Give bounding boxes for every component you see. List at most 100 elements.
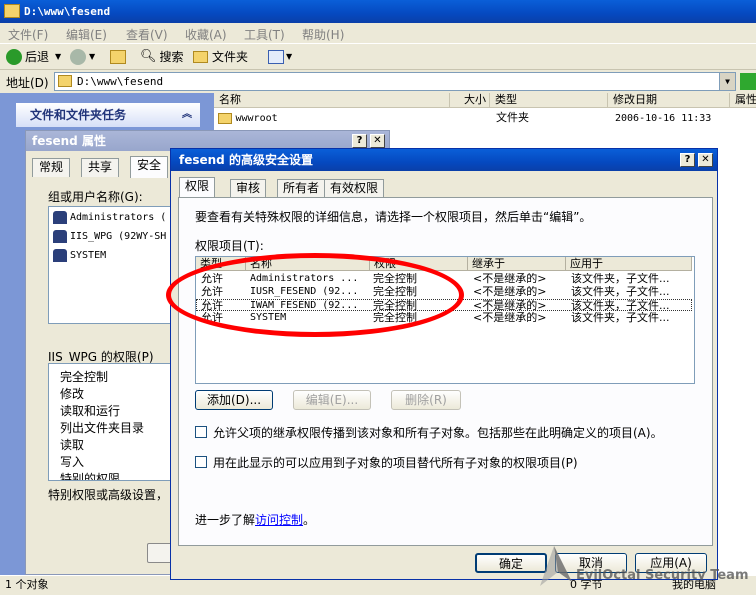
ok-button[interactable]: 确定 xyxy=(475,553,547,573)
column-modified[interactable]: 修改日期 xyxy=(608,93,730,108)
permission-item: 完全控制 xyxy=(60,370,109,384)
column-type[interactable]: 类型 xyxy=(490,93,608,108)
menu-favorites[interactable]: 收藏(A) xyxy=(185,26,227,43)
folders-button[interactable]: 文件夹 xyxy=(193,47,248,67)
header-name[interactable]: 名称 xyxy=(246,257,370,271)
chevron-down-icon: ▼ xyxy=(286,52,293,61)
advanced-title-bar: fesend 的高级安全设置 ? ✕ xyxy=(171,149,717,171)
intro-text: 要查看有关特殊权限的详细信息，请选择一个权限项目，然后单击“编辑”。 xyxy=(195,210,592,224)
access-control-link[interactable]: 访问控制 xyxy=(255,513,303,527)
header-inherited-from[interactable]: 继承于 xyxy=(468,257,566,271)
apply-button[interactable]: 应用(A) xyxy=(635,553,707,573)
folder-icon xyxy=(58,75,72,87)
tab-sharing[interactable]: 共享 xyxy=(81,158,120,177)
tab-permissions[interactable]: 权限 xyxy=(179,177,216,198)
row-apply: 该文件夹，子文件... xyxy=(571,286,670,298)
explorer-title: D:\www\fesend xyxy=(24,5,111,18)
row-name: SYSTEM xyxy=(250,312,287,323)
up-folder-button[interactable] xyxy=(110,47,126,67)
forward-button[interactable]: ▼ xyxy=(70,47,95,67)
file-type: 文件夹 xyxy=(496,111,529,124)
address-value: D:\www\fesend xyxy=(77,75,164,88)
replace-checkbox[interactable] xyxy=(195,456,207,468)
entries-label: 权限项目(T): xyxy=(195,239,264,253)
learn-more-suffix: 。 xyxy=(303,513,316,527)
row-apply: 该文件夹，子文件... xyxy=(571,273,670,285)
permission-item: 读取和运行 xyxy=(60,404,121,418)
task-pane-header[interactable]: 文件和文件夹任务 ︽ xyxy=(16,103,200,127)
help-button[interactable]: ? xyxy=(680,153,695,167)
up-folder-icon xyxy=(110,50,126,64)
folder-icon xyxy=(218,112,232,124)
address-input[interactable]: D:\www\fesend ▼ xyxy=(54,72,736,91)
task-pane-title: 文件和文件夹任务 xyxy=(30,108,127,122)
search-button[interactable]: 🔍︎ 搜索 xyxy=(140,47,184,67)
tab-owner[interactable]: 所有者 xyxy=(277,179,326,197)
tab-auditing[interactable]: 审核 xyxy=(230,179,267,197)
header-type[interactable]: 类型 xyxy=(196,257,246,271)
menu-edit[interactable]: 编辑(E) xyxy=(66,26,107,43)
row-type: 允许 xyxy=(201,286,223,298)
table-row-selected[interactable]: 允许 IWAM_FESEND (92... 完全控制 <不是继承的> 该文件夹，… xyxy=(196,299,692,312)
menu-tools[interactable]: 工具(T) xyxy=(244,26,285,43)
row-permission: 完全控制 xyxy=(373,286,417,298)
row-permission: 完全控制 xyxy=(373,312,417,324)
tab-general[interactable]: 常规 xyxy=(32,158,71,177)
folder-icon xyxy=(4,4,20,18)
chevron-down-icon[interactable]: ▼ xyxy=(55,47,61,67)
remove-button[interactable]: 删除(R) xyxy=(391,390,461,410)
back-button[interactable]: 后退 ▼ xyxy=(6,47,61,67)
permission-item: 修改 xyxy=(60,387,85,401)
column-size[interactable]: 大小 xyxy=(450,93,490,108)
header-permission[interactable]: 权限 xyxy=(370,257,468,271)
row-inherited: <不是继承的> xyxy=(473,286,547,298)
file-modified: 2006-10-16 11:33 xyxy=(615,113,712,124)
permission-item: 特别的权限 xyxy=(60,472,121,481)
properties-title: fesend 属性 xyxy=(32,134,106,148)
chevron-down-icon[interactable]: ▼ xyxy=(719,73,735,90)
address-label: 地址(D) xyxy=(6,76,49,90)
user-label: Administrators ( xyxy=(70,212,167,223)
tab-effective-permissions[interactable]: 有效权限 xyxy=(324,179,385,197)
table-row[interactable]: 允许 IUSR_FESEND (92... 完全控制 <不是继承的> 该文件夹，… xyxy=(196,286,692,298)
column-name[interactable]: 名称 xyxy=(214,93,450,108)
user-group-icon xyxy=(53,249,67,262)
go-button[interactable] xyxy=(740,73,756,90)
table-row[interactable]: 允许 Administrators ... 完全控制 <不是继承的> 该文件夹，… xyxy=(196,273,692,285)
row-name: Administrators ... xyxy=(250,273,359,284)
close-button[interactable]: ✕ xyxy=(370,134,385,148)
menu-file[interactable]: 文件(F) xyxy=(8,26,48,43)
collapse-icon[interactable]: ︽ xyxy=(182,103,192,127)
user-group-icon xyxy=(53,211,67,224)
row-type: 允许 xyxy=(201,273,223,285)
user-label: IIS_WPG (92WY-SH xyxy=(70,231,167,242)
row-inherited: <不是继承的> xyxy=(473,300,547,312)
chevron-down-icon[interactable]: ▼ xyxy=(89,47,95,67)
tab-security[interactable]: 安全 xyxy=(130,156,169,178)
user-item[interactable]: SYSTEM xyxy=(53,249,106,262)
search-label: 搜索 xyxy=(159,50,184,64)
header-apply-to[interactable]: 应用于 xyxy=(566,257,692,271)
inherit-checkbox[interactable] xyxy=(195,426,207,438)
column-attributes[interactable]: 属性 xyxy=(730,93,756,108)
user-label: SYSTEM xyxy=(70,250,107,261)
row-apply: 该文件夹，子文件... xyxy=(571,312,670,324)
menu-view[interactable]: 查看(V) xyxy=(126,26,168,43)
close-button[interactable]: ✕ xyxy=(698,153,713,167)
cancel-button[interactable]: 取消 xyxy=(555,553,627,573)
file-row[interactable]: wwwroot xyxy=(218,110,278,126)
table-row[interactable]: 允许 SYSTEM 完全控制 <不是继承的> 该文件夹，子文件... xyxy=(196,312,692,324)
toolbar: 后退 ▼ ▼ 🔍︎ 搜索 文件夹 ▼ xyxy=(0,44,756,70)
menu-help[interactable]: 帮助(H) xyxy=(302,26,344,43)
views-button[interactable]: ▼ xyxy=(268,47,292,67)
help-button[interactable]: ? xyxy=(352,134,367,148)
user-item[interactable]: Administrators ( xyxy=(53,211,166,224)
inherit-checkbox-label: 允许父项的继承权限传播到该对象和所有子对象。包括那些在此明确定义的项目(A)。 xyxy=(213,426,663,440)
special-permissions-text: 特别权限或高级设置， xyxy=(48,488,169,502)
row-inherited: <不是继承的> xyxy=(473,273,547,285)
user-item[interactable]: IIS_WPG (92WY-SH xyxy=(53,230,166,243)
add-button[interactable]: 添加(D)... xyxy=(195,390,273,410)
advanced-security-dialog: fesend 的高级安全设置 ? ✕ 权限 审核 所有者 有效权限 要查看有关特… xyxy=(170,148,718,580)
edit-button[interactable]: 编辑(E)... xyxy=(293,390,371,410)
permission-item: 列出文件夹目录 xyxy=(60,421,145,435)
